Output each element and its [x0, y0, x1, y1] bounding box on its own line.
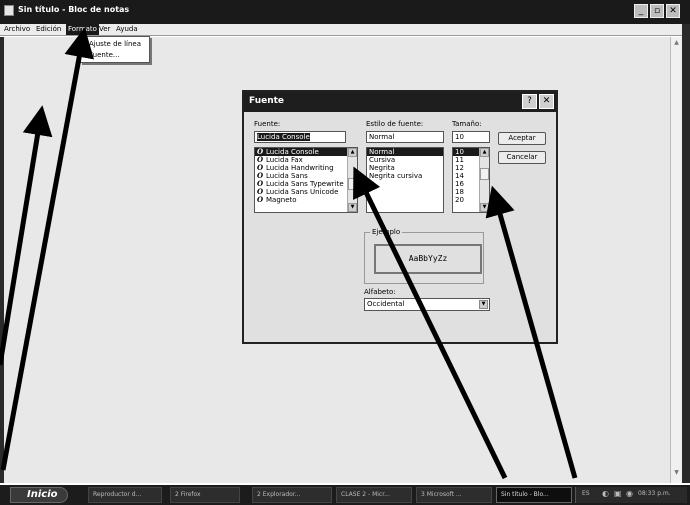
arrow-to-edit-area	[0, 105, 53, 366]
arrow-to-format-menu	[0, 27, 95, 471]
arrow-to-size-list	[485, 185, 578, 479]
arrow-to-font-list	[353, 166, 508, 480]
annotation-arrows	[0, 27, 578, 480]
